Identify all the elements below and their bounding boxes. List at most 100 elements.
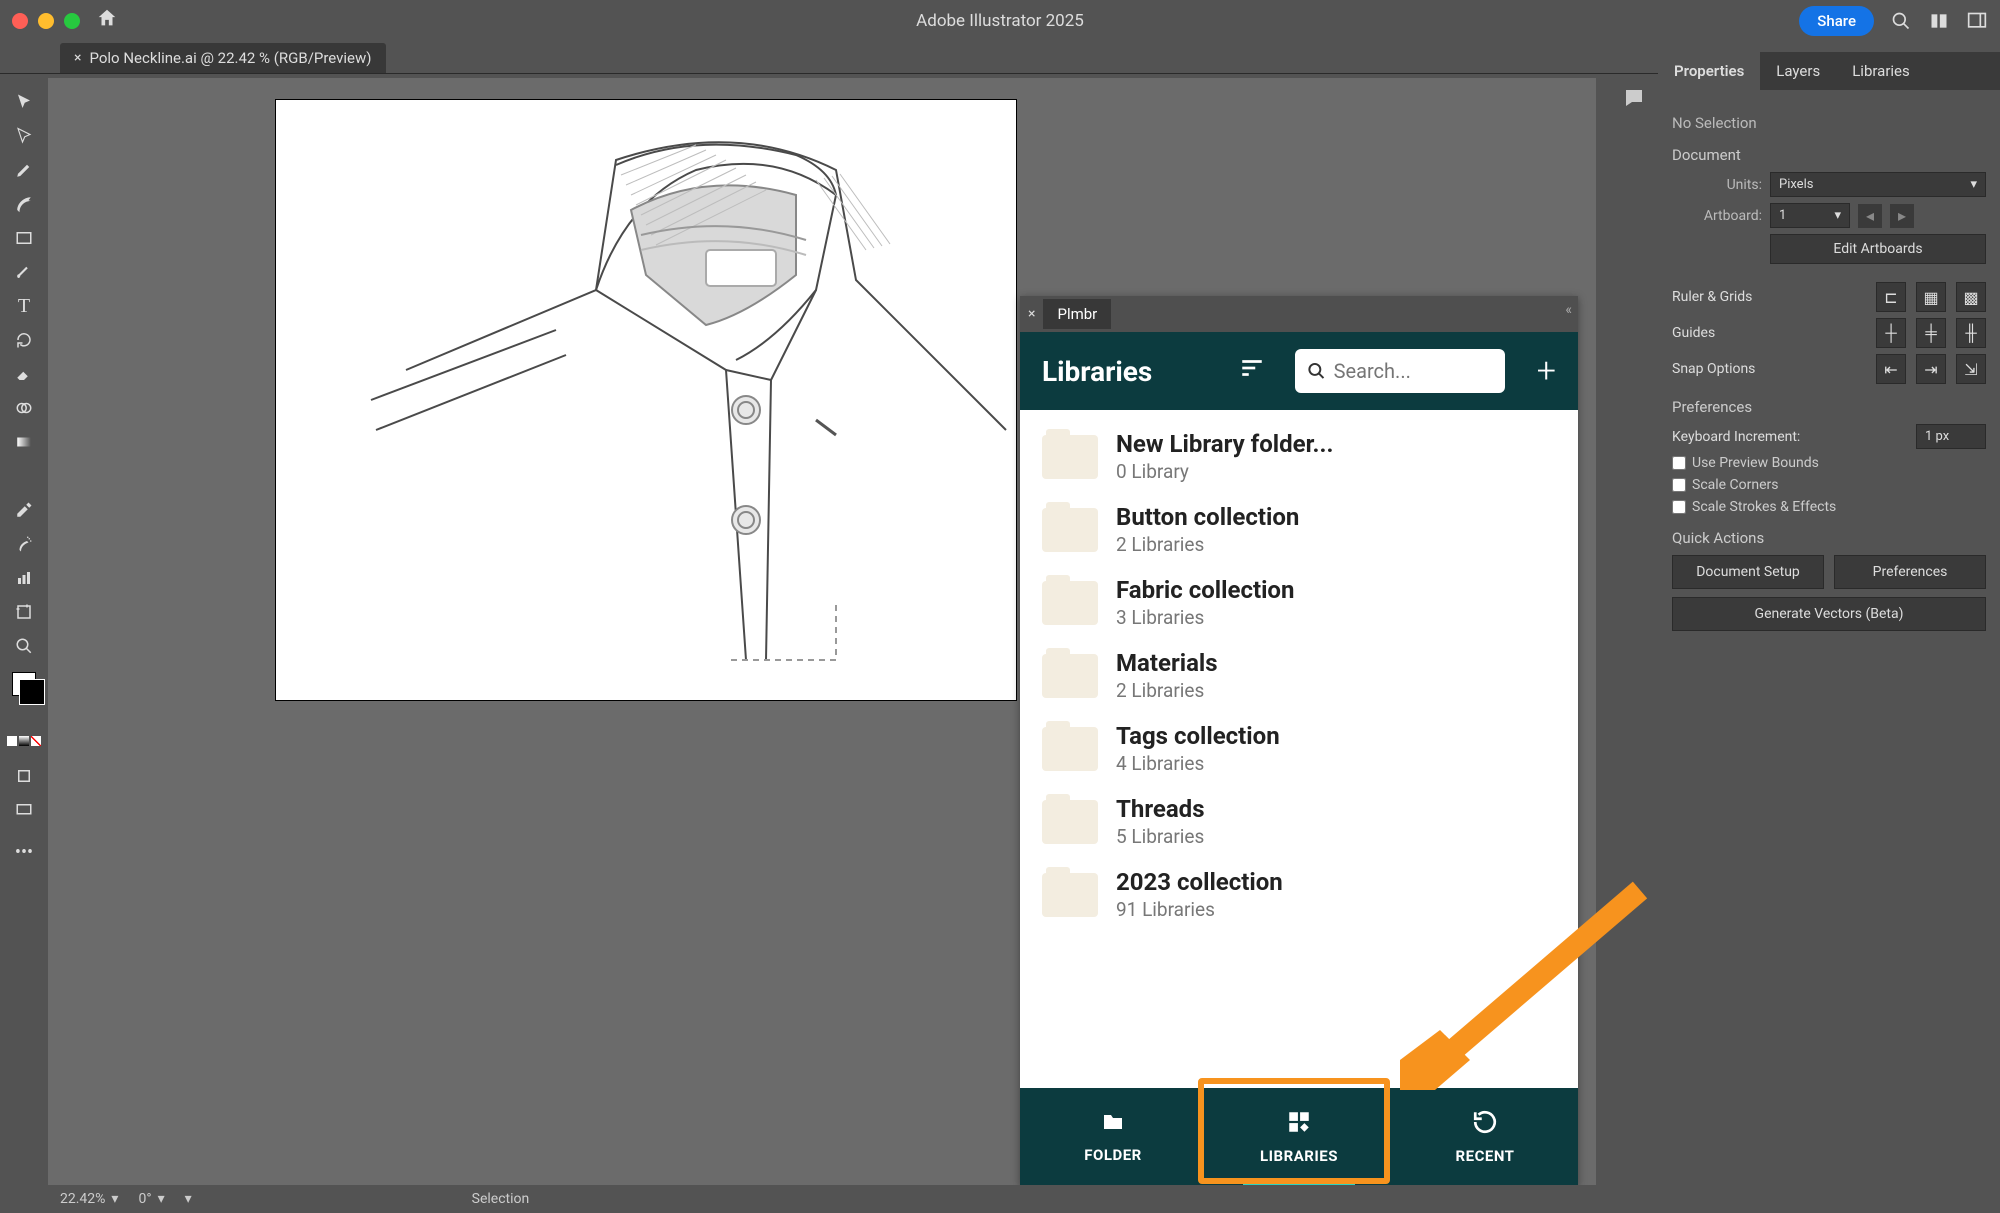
recent-tab[interactable]: RECENT: [1392, 1088, 1578, 1186]
grid-icon[interactable]: ▦: [1916, 282, 1946, 312]
keyboard-increment-label: Keyboard Increment:: [1672, 429, 1908, 445]
library-item[interactable]: Button collection2 Libraries: [1020, 493, 1578, 566]
artboard-select[interactable]: 1▾: [1770, 203, 1850, 228]
maximize-window-icon[interactable]: [64, 13, 80, 29]
snap-label: Snap Options: [1672, 361, 1755, 377]
next-artboard-icon[interactable]: ▸: [1890, 204, 1914, 228]
edit-artboards-button[interactable]: Edit Artboards: [1770, 234, 1986, 264]
snap-icon-1[interactable]: ⇤: [1876, 354, 1906, 384]
search-input[interactable]: [1295, 349, 1505, 393]
collapse-panel-icon[interactable]: «: [1565, 302, 1572, 318]
artboard-tool-icon[interactable]: [10, 598, 38, 626]
rotate-tool-icon[interactable]: [10, 326, 38, 354]
ruler-icon[interactable]: ⊏: [1876, 282, 1906, 312]
comments-panel-icon[interactable]: [1622, 86, 1646, 116]
folder-tab-icon: [1099, 1110, 1127, 1140]
snap-icon-3[interactable]: ⇲: [1956, 354, 1986, 384]
tab-layers[interactable]: Layers: [1760, 52, 1836, 90]
polo-illustration: [276, 100, 1016, 700]
rotate-view[interactable]: 0°▾: [138, 1191, 164, 1207]
folder-icon: [1042, 654, 1098, 698]
status-bar: 22.42%▾ 0°▾ ▾ Selection: [0, 1185, 2000, 1213]
pen-tool-icon[interactable]: [10, 156, 38, 184]
rectangle-tool-icon[interactable]: [10, 224, 38, 252]
plmbr-header: Libraries +: [1020, 332, 1578, 410]
units-select[interactable]: Pixels▾: [1770, 172, 1986, 197]
generate-vectors-button[interactable]: Generate Vectors (Beta): [1672, 597, 1986, 631]
panel-tabs: Properties Layers Libraries: [1658, 52, 2000, 90]
sort-icon[interactable]: [1239, 355, 1265, 387]
library-item[interactable]: New Library folder...0 Library: [1020, 420, 1578, 493]
window-controls[interactable]: [12, 13, 80, 29]
search-icon[interactable]: [1890, 10, 1912, 32]
width-tool-icon[interactable]: [10, 462, 38, 490]
plmbr-tab[interactable]: Plmbr: [1043, 299, 1111, 329]
share-button[interactable]: Share: [1799, 6, 1874, 36]
selection-status: Selection: [472, 1191, 530, 1207]
graph-tool-icon[interactable]: [10, 564, 38, 592]
libraries-list[interactable]: New Library folder...0 Library Button co…: [1020, 410, 1578, 1088]
artboard-nav[interactable]: ▾: [185, 1191, 192, 1207]
draw-mode-icon[interactable]: [10, 762, 38, 790]
arrange-icon[interactable]: [1928, 10, 1950, 32]
quick-actions-label: Quick Actions: [1672, 529, 1986, 547]
folder-icon: [1042, 727, 1098, 771]
selection-tool-icon[interactable]: [10, 88, 38, 116]
collapsed-panel-strip[interactable]: [1610, 78, 1658, 138]
recent-tab-icon: [1472, 1109, 1498, 1141]
document-setup-button[interactable]: Document Setup: [1672, 555, 1824, 589]
preferences-button[interactable]: Preferences: [1834, 555, 1986, 589]
tool-panel: T •••: [0, 78, 48, 866]
library-item[interactable]: 2023 collection91 Libraries: [1020, 858, 1578, 931]
zoom-level[interactable]: 22.42%▾: [60, 1191, 118, 1207]
edit-toolbar-icon[interactable]: •••: [10, 838, 38, 866]
document-section: Document: [1672, 146, 1986, 164]
screen-mode-icon[interactable]: [10, 796, 38, 824]
close-window-icon[interactable]: [12, 13, 28, 29]
transparency-grid-icon[interactable]: ▩: [1956, 282, 1986, 312]
direct-selection-tool-icon[interactable]: [10, 122, 38, 150]
tab-properties[interactable]: Properties: [1658, 52, 1760, 90]
plmbr-panel: × Plmbr « Libraries + New Library folder…: [1020, 296, 1578, 1186]
folder-tab[interactable]: FOLDER: [1020, 1088, 1206, 1186]
prev-artboard-icon[interactable]: ◂: [1858, 204, 1882, 228]
scale-strokes-checkbox[interactable]: Scale Strokes & Effects: [1672, 499, 1986, 515]
keyboard-increment-field[interactable]: 1 px: [1916, 424, 1986, 449]
library-item[interactable]: Tags collection4 Libraries: [1020, 712, 1578, 785]
use-preview-bounds-checkbox[interactable]: Use Preview Bounds: [1672, 455, 1986, 471]
artboard[interactable]: [276, 100, 1016, 700]
minimize-window-icon[interactable]: [38, 13, 54, 29]
scale-corners-checkbox[interactable]: Scale Corners: [1672, 477, 1986, 493]
add-library-icon[interactable]: +: [1537, 351, 1556, 391]
workspace-icon[interactable]: [1966, 10, 1988, 32]
library-item[interactable]: Threads5 Libraries: [1020, 785, 1578, 858]
tab-libraries[interactable]: Libraries: [1836, 52, 1926, 90]
home-icon[interactable]: [96, 7, 118, 35]
zoom-tool-icon[interactable]: [10, 632, 38, 660]
eraser-tool-icon[interactable]: [10, 360, 38, 388]
app-title: Adobe Illustrator 2025: [916, 11, 1084, 31]
gradient-tool-icon[interactable]: [10, 428, 38, 456]
symbol-sprayer-tool-icon[interactable]: [10, 530, 38, 558]
properties-panel: Properties Layers Libraries No Selection…: [1658, 52, 2000, 1213]
document-tab[interactable]: × Polo Neckline.ai @ 22.42 % (RGB/Previe…: [60, 43, 386, 73]
plmbr-title: Libraries: [1042, 355, 1152, 388]
curvature-tool-icon[interactable]: [10, 190, 38, 218]
close-plmbr-icon[interactable]: ×: [1028, 306, 1035, 322]
fill-stroke-swatch[interactable]: [12, 672, 36, 696]
libraries-tab[interactable]: LIBRARIES: [1206, 1088, 1392, 1186]
close-tab-icon[interactable]: ×: [74, 50, 81, 66]
type-tool-icon[interactable]: T: [10, 292, 38, 320]
search-icon: [1307, 360, 1326, 382]
guide-icon-1[interactable]: ┼: [1876, 318, 1906, 348]
snap-icon-2[interactable]: ⇥: [1916, 354, 1946, 384]
search-field[interactable]: [1334, 359, 1493, 383]
color-mode-swatches[interactable]: [7, 736, 41, 746]
guide-icon-2[interactable]: ╪: [1916, 318, 1946, 348]
shape-builder-tool-icon[interactable]: [10, 394, 38, 422]
eyedropper-tool-icon[interactable]: [10, 496, 38, 524]
brush-tool-icon[interactable]: [10, 258, 38, 286]
library-item[interactable]: Fabric collection3 Libraries: [1020, 566, 1578, 639]
library-item[interactable]: Materials2 Libraries: [1020, 639, 1578, 712]
guide-icon-3[interactable]: ╫: [1956, 318, 1986, 348]
